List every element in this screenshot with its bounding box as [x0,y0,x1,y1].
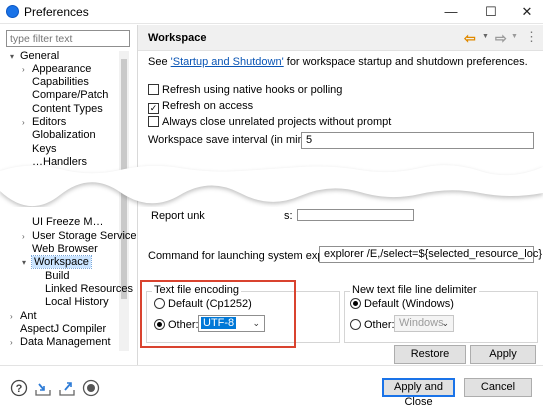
startup-shutdown-link[interactable]: 'Startup and Shutdown' [171,56,284,68]
tree-item-data-management[interactable]: › Data Management [10,336,111,348]
radio-button-selected[interactable] [350,298,361,309]
apply-and-close-button[interactable]: Apply and Close [382,378,455,408]
chevron-right-icon[interactable]: › [22,65,32,74]
record-icon[interactable] [82,379,100,397]
tear-paper [0,165,543,207]
chevron-down-icon[interactable]: ⌄ [441,318,449,329]
forward-arrow-icon[interactable]: ⇨ [495,30,507,47]
back-arrow-icon[interactable]: ⇦ [464,30,476,47]
tree-item-content-types[interactable]: Content Types [32,103,103,115]
tree-item-linked-resources[interactable]: Linked Resources [45,283,133,295]
cancel-button[interactable]: Cancel [464,378,532,397]
back-history-dropdown-icon[interactable]: ▼ [482,33,489,40]
tree-item-web-browser[interactable]: Web Browser [32,243,98,255]
intro-text: See 'Startup and Shutdown' for workspace… [148,56,528,68]
delimiter-default-radio[interactable]: Default (Windows) [350,298,454,310]
tree-item-local-history[interactable]: Local History [45,296,109,308]
radio-button[interactable] [350,319,361,330]
tree-item-appearance[interactable]: › Appearance [22,63,91,75]
chevron-right-icon[interactable]: › [22,118,32,127]
maximize-button[interactable]: ☐ [477,2,505,22]
dialog-footer: ? Apply and Close Cancel [0,365,543,408]
tree-item-general[interactable]: ▾ General [10,50,59,62]
encoding-highlight-box [140,280,296,348]
report-value-input[interactable] [297,209,414,221]
restore-defaults-button[interactable]: Restore Defaults [394,345,466,364]
delimiter-select-value: Windows [399,317,444,329]
checkbox-box[interactable] [148,84,159,95]
tree-item-compare-patch[interactable]: Compare/Patch [32,89,108,101]
tree-item-aspectj-compiler[interactable]: AspectJ Compiler [20,323,106,335]
tree-item-build[interactable]: Build [45,270,69,282]
page-title: Workspace [148,32,207,44]
svg-text:?: ? [16,383,23,395]
tree-item-ant[interactable]: › Ant [10,310,37,322]
checkmark-icon[interactable]: ✓ [148,103,159,114]
chevron-right-icon[interactable]: › [22,232,32,241]
window-title: Preferences [24,5,89,19]
save-interval-input[interactable]: 5 [301,132,534,149]
minimize-button[interactable]: — [437,2,465,22]
tree-item-editors[interactable]: › Editors [22,116,66,128]
tree-item-user-storage-service[interactable]: › User Storage Service [22,230,137,242]
chevron-right-icon[interactable]: › [10,312,20,321]
explorer-command-input[interactable]: explorer /E,/select=${selected_resource_… [319,246,542,263]
close-unrelated-projects-checkbox[interactable]: Always close unrelated projects without … [148,116,391,130]
refresh-on-access-checkbox[interactable]: ✓ Refresh on access [148,100,253,114]
help-icon[interactable]: ? [10,379,28,397]
apply-button[interactable]: Apply [470,345,536,364]
chevron-down-icon[interactable]: ▾ [22,258,32,267]
tree-item-globalization[interactable]: Globalization [32,129,96,141]
tree-item-keys[interactable]: Keys [32,143,56,155]
delimiter-select[interactable]: Windows ⌄ [394,315,454,332]
view-menu-icon[interactable]: ⋮ [525,29,538,45]
chevron-down-icon[interactable]: ▾ [10,52,20,61]
filter-input[interactable] [6,30,130,47]
tree-item-capabilities[interactable]: Capabilities [32,76,89,88]
chevron-right-icon[interactable]: › [10,338,20,347]
export-icon[interactable] [58,379,76,397]
delimiter-other-radio[interactable]: Other: [350,319,395,331]
report-label-fragment-end: s: [284,210,293,222]
import-icon[interactable] [34,379,52,397]
eclipse-app-icon [6,5,19,18]
title-bar: Preferences — ☐ ✕ [0,0,543,24]
line-delimiter-title: New text file line delimiter [350,284,479,296]
tree-item-ui-freeze[interactable]: UI Freeze M… [32,216,104,228]
torn-edge-separator [0,165,543,207]
tree-item-workspace[interactable]: ▾ Workspace [22,255,92,269]
forward-history-dropdown-icon[interactable]: ▼ [511,33,518,40]
checkbox-box[interactable] [148,116,159,127]
page-header: Workspace ⇦ ▼ ⇨ ▼ ⋮ [138,25,543,51]
close-button[interactable]: ✕ [513,2,541,22]
refresh-native-hooks-checkbox[interactable]: Refresh using native hooks or polling [148,84,342,98]
report-label-fragment: Report unk [151,210,205,222]
